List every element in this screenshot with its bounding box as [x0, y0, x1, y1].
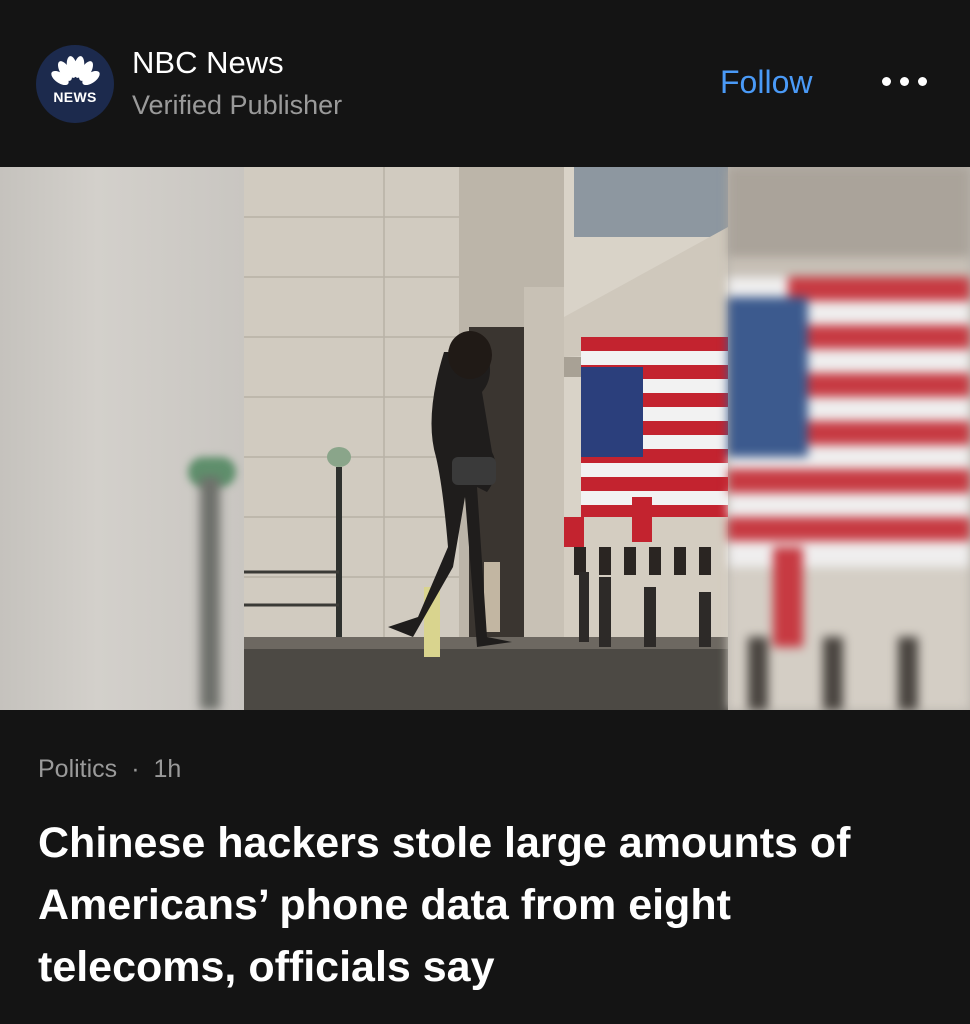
- timestamp: 1h: [153, 755, 182, 783]
- ellipsis-dot: [918, 77, 927, 86]
- ellipsis-dot: [900, 77, 909, 86]
- logo-text: NEWS: [53, 89, 97, 105]
- hero-blur-left: [0, 167, 244, 710]
- meta-separator: ·: [131, 755, 140, 783]
- article-headline[interactable]: Chinese hackers stole large amounts of A…: [38, 812, 938, 998]
- article-meta: Politics · 1h: [38, 755, 181, 784]
- nbc-news-logo[interactable]: NEWS: [36, 45, 114, 123]
- hero-image[interactable]: [0, 167, 970, 710]
- peacock-icon: [51, 56, 100, 86]
- category-label[interactable]: Politics: [38, 755, 117, 783]
- follow-button[interactable]: Follow: [720, 64, 812, 101]
- publisher-header: NEWS NBC News Verified Publisher Follow: [0, 0, 970, 167]
- publisher-verified-label: Verified Publisher: [132, 90, 343, 120]
- hero-blur-right: [728, 167, 970, 710]
- publisher-name[interactable]: NBC News: [132, 45, 284, 81]
- hero-photo: [244, 167, 728, 710]
- ellipsis-icon: [882, 77, 891, 86]
- more-options-button[interactable]: [882, 70, 928, 94]
- blurred-flag-background: [728, 167, 970, 710]
